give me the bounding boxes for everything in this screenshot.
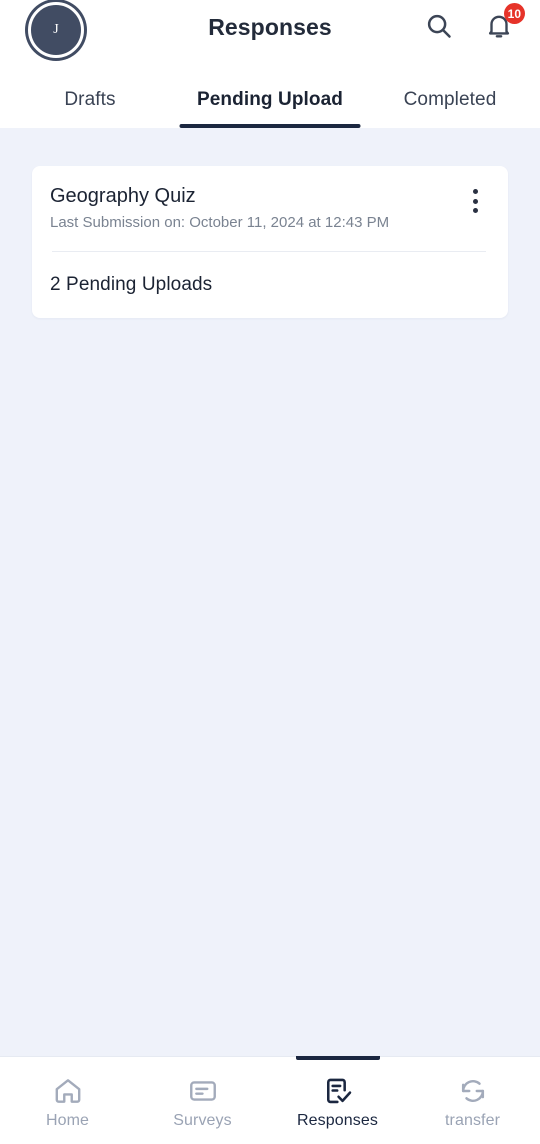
document-lines-icon [187, 1073, 219, 1109]
bottom-navigation: Home Surveys Responses transfer [0, 1056, 540, 1144]
tab-label: Drafts [64, 89, 116, 110]
nav-item-transfer[interactable]: transfer [405, 1057, 540, 1144]
tab-label: Completed [403, 89, 497, 110]
response-list: Geography Quiz Last Submission on: Octob… [0, 128, 540, 1056]
list-item[interactable]: Geography Quiz Last Submission on: Octob… [32, 166, 508, 318]
nav-label: transfer [444, 1112, 501, 1129]
tab-completed[interactable]: Completed [360, 70, 540, 128]
nav-item-surveys[interactable]: Surveys [135, 1057, 270, 1144]
notification-badge: 10 [503, 3, 525, 24]
pending-uploads-count: 2 Pending Uploads [50, 273, 213, 295]
search-button[interactable] [420, 8, 458, 46]
card-subtitle: Last Submission on: October 11, 2024 at … [50, 214, 390, 231]
header-actions: 10 [420, 3, 525, 46]
nav-item-responses[interactable]: Responses [270, 1056, 405, 1144]
search-icon [424, 11, 454, 44]
card-text-block: Geography Quiz Last Submission on: Octob… [50, 184, 389, 233]
notifications-button[interactable]: 10 [480, 3, 525, 46]
tab-bar: Drafts Pending Upload Completed [0, 70, 540, 128]
nav-active-indicator [295, 1056, 380, 1060]
kebab-menu-icon[interactable] [462, 186, 488, 216]
sync-arrows-icon [457, 1073, 489, 1109]
document-check-icon [322, 1073, 354, 1109]
home-icon [52, 1073, 84, 1109]
nav-label: Home [45, 1112, 90, 1129]
nav-label: Responses [297, 1112, 378, 1129]
tab-pending-upload[interactable]: Pending Upload [179, 70, 361, 128]
card-header: Geography Quiz Last Submission on: Octob… [50, 184, 488, 233]
card-title: Geography Quiz [50, 185, 196, 207]
tab-drafts[interactable]: Drafts [0, 70, 180, 128]
nav-label: Surveys [173, 1112, 232, 1129]
nav-item-home[interactable]: Home [0, 1057, 135, 1144]
app-header: J Responses 10 [0, 0, 540, 70]
tab-label: Pending Upload [196, 89, 343, 110]
